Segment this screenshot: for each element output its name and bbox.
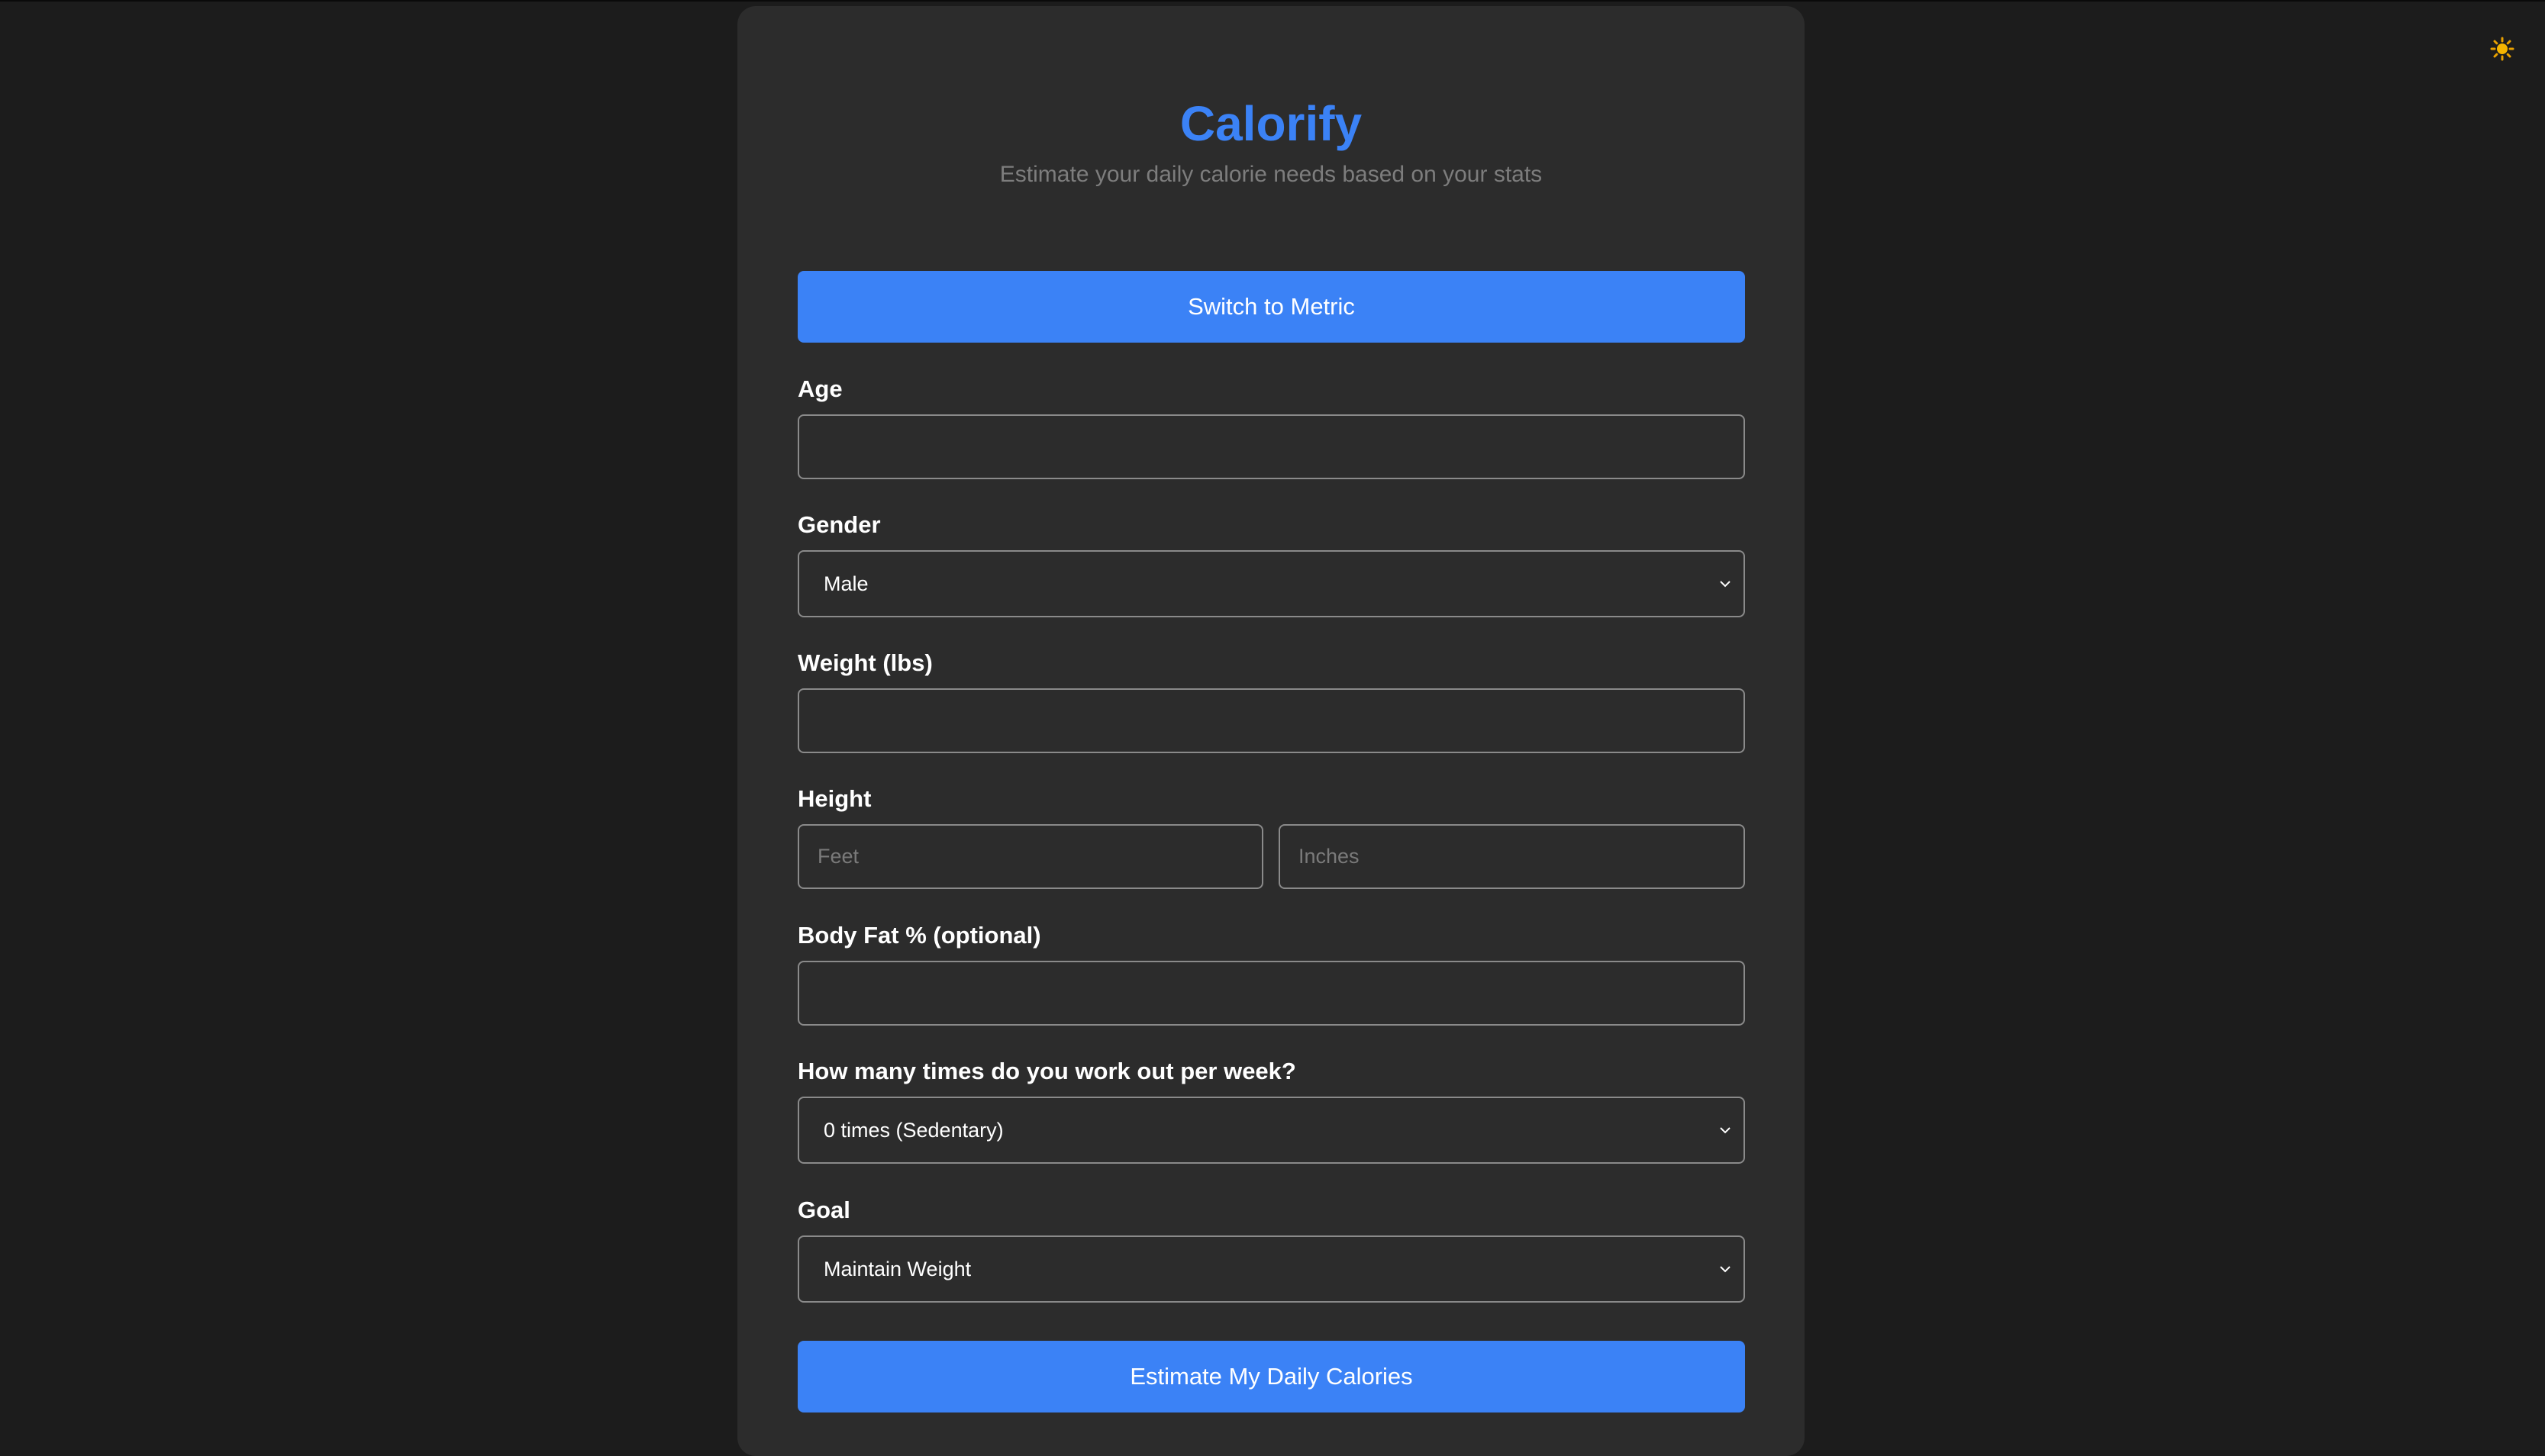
height-inches-input[interactable]: Inches xyxy=(1279,824,1745,889)
goal-select[interactable]: Maintain Weight xyxy=(798,1235,1745,1303)
height-feet-input[interactable]: Feet xyxy=(798,824,1263,889)
chevron-down-icon xyxy=(1716,1260,1734,1278)
theme-toggle-button[interactable] xyxy=(2487,34,2518,64)
feet-placeholder: Feet xyxy=(818,845,860,868)
age-label: Age xyxy=(798,375,843,402)
height-label: Height xyxy=(798,785,872,812)
workouts-label: How many times do you work out per week? xyxy=(798,1058,1296,1084)
app-subtitle: Estimate your daily calorie needs based … xyxy=(999,162,1543,187)
inches-placeholder: Inches xyxy=(1298,845,1360,868)
body-fat-label: Body Fat % (optional) xyxy=(798,922,1041,949)
weight-label: Weight (lbs) xyxy=(798,649,933,676)
chevron-down-icon xyxy=(1716,1121,1734,1139)
calculator-card: Calorify Estimate your daily calorie nee… xyxy=(737,6,1805,1456)
gender-label: Gender xyxy=(798,511,881,538)
chevron-down-icon xyxy=(1716,575,1734,593)
goal-label: Goal xyxy=(798,1197,850,1223)
switch-to-metric-button[interactable]: Switch to Metric xyxy=(798,271,1745,343)
workouts-selected-value: 0 times (Sedentary) xyxy=(824,1118,1004,1142)
body-fat-input[interactable] xyxy=(798,961,1745,1026)
workouts-select[interactable]: 0 times (Sedentary) xyxy=(798,1097,1745,1164)
age-input[interactable] xyxy=(798,414,1745,479)
weight-input[interactable] xyxy=(798,688,1745,753)
goal-selected-value: Maintain Weight xyxy=(824,1257,972,1280)
gender-selected-value: Male xyxy=(824,572,869,595)
header: Calorify Estimate your daily calorie nee… xyxy=(737,99,1805,187)
app-title: Calorify xyxy=(1179,96,1363,151)
estimate-calories-button[interactable]: Estimate My Daily Calories xyxy=(798,1341,1745,1413)
gender-select[interactable]: Male xyxy=(798,550,1745,617)
sun-icon xyxy=(2490,37,2514,61)
window-top-edge xyxy=(0,0,2545,2)
